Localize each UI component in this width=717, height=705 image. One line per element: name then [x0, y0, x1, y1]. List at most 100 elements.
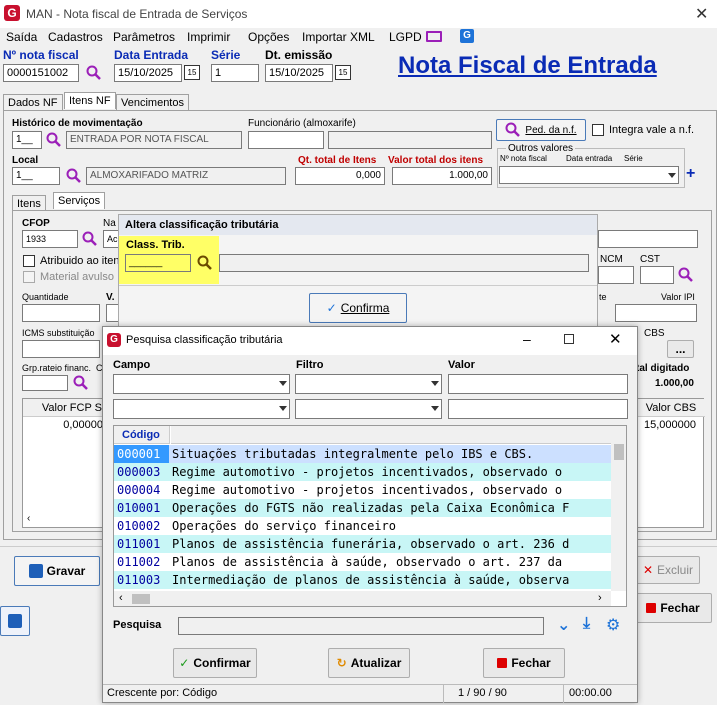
search-icon[interactable]: [66, 168, 82, 184]
funcionario-input[interactable]: [248, 131, 324, 149]
table-row[interactable]: 010002 Operações do serviço financeiro: [114, 517, 611, 535]
pesquisa-input[interactable]: [178, 617, 544, 635]
delete-icon: ✕: [642, 563, 654, 577]
table-row[interactable]: 011001 Planos de assistência funerária, o…: [114, 535, 611, 553]
valor-input-2[interactable]: [448, 399, 628, 419]
gravar-button[interactable]: Gravar: [14, 556, 100, 586]
nf-label: Nº nota fiscal: [3, 48, 79, 62]
save-icon-button[interactable]: [0, 606, 30, 636]
table-row[interactable]: 000003 Regime automotivo - projetos incen…: [114, 463, 611, 481]
menu-importar-xml[interactable]: Importar XML: [302, 30, 375, 44]
close-icon[interactable]: ✕: [695, 4, 708, 24]
table-row[interactable]: 011002 Planos de assistência à saúde, obs…: [114, 553, 611, 571]
status-divider: [563, 685, 564, 703]
confirmar-button[interactable]: ✓ Confirmar: [173, 648, 257, 678]
maximize-icon[interactable]: [564, 334, 574, 344]
status-divider: [443, 685, 444, 703]
tab-vencimentos[interactable]: Vencimentos: [116, 94, 189, 111]
search-icon[interactable]: [197, 255, 213, 271]
table-row[interactable]: 010001 Operações do FGTS não realizadas p…: [114, 499, 611, 517]
atribuido-label: Atribuido ao iten: [40, 255, 120, 267]
app-g-icon[interactable]: G: [460, 29, 474, 43]
funcionario-desc: [328, 131, 492, 149]
filtro-select-1[interactable]: [295, 374, 442, 394]
material-checkbox[interactable]: [23, 271, 35, 283]
class-trib-input[interactable]: ______: [125, 254, 191, 272]
menu-cadastros[interactable]: Cadastros: [48, 30, 103, 44]
tab-itens-nf[interactable]: Itens NF: [64, 92, 116, 109]
gear-icon[interactable]: ⚙: [606, 615, 620, 635]
refresh-icon: ↻: [336, 656, 347, 670]
quantidade-input[interactable]: [22, 304, 100, 322]
app-logo-icon: G: [107, 333, 121, 347]
close-icon[interactable]: ✕: [609, 330, 622, 348]
data-entrada-label: Data Entrada: [114, 48, 189, 62]
cbs-label: CBS: [644, 328, 665, 339]
campo-select-2[interactable]: [113, 399, 290, 419]
row-code: 000004: [117, 483, 161, 497]
tab-servicos[interactable]: Serviços: [53, 192, 106, 209]
search-icon[interactable]: [678, 267, 694, 283]
col-codigo-header[interactable]: Código: [114, 426, 170, 444]
lock-icon: [497, 658, 508, 668]
filtro-select-2[interactable]: [295, 399, 442, 419]
fechar-main-button[interactable]: Fechar: [634, 593, 712, 623]
table-row[interactable]: 000004 Regime automotivo - projetos incen…: [114, 481, 611, 499]
horizontal-scrollbar[interactable]: ‹ ›: [114, 591, 611, 606]
fechar-pesquisa-button[interactable]: Fechar: [483, 648, 565, 678]
add-icon[interactable]: +: [686, 165, 695, 183]
menu-lgpd[interactable]: LGPD: [389, 30, 422, 44]
historico-code-input[interactable]: 1__: [12, 131, 42, 149]
outros-valores-group: Outros valores Nº nota fiscal Data entra…: [497, 143, 685, 188]
data-entrada-input[interactable]: 15/10/2025: [114, 64, 182, 82]
table-row[interactable]: 000001 Situações tributadas integralmente…: [114, 445, 611, 463]
row-desc: Regime automotivo - projetos incentivado…: [172, 465, 563, 479]
grp-rateio-input[interactable]: [22, 375, 68, 391]
menu-parametros[interactable]: Parâmetros: [113, 30, 175, 44]
scroll-left-icon[interactable]: ‹: [119, 592, 123, 604]
tab-dados-nf[interactable]: Dados NF: [3, 94, 63, 111]
calendar-icon[interactable]: 15: [335, 65, 351, 80]
local-code-input[interactable]: 1__: [12, 167, 60, 185]
ped-nf-button[interactable]: Ped. da n.f.: [496, 119, 586, 141]
altera-dialog-title: Altera classificação tributária: [119, 215, 597, 235]
search-icon[interactable]: [73, 375, 89, 391]
atribuido-checkbox[interactable]: [23, 255, 35, 267]
scroll-left-icon[interactable]: ‹: [27, 513, 30, 524]
cfop-input[interactable]: 1933: [22, 230, 78, 248]
confirma-button[interactable]: ✓ Confirma: [309, 293, 407, 323]
table-row[interactable]: 011003 Intermediação de planos de assistê…: [114, 571, 611, 589]
excluir-button[interactable]: ✕ Excluir: [636, 556, 700, 584]
dt-emissao-input[interactable]: 15/10/2025: [265, 64, 333, 82]
chevron-double-down-icon[interactable]: ⌄: [557, 615, 570, 635]
chevron-down-end-icon[interactable]: ⤓: [583, 615, 590, 633]
atualizar-button[interactable]: ↻ Atualizar: [328, 648, 410, 678]
outros-valores-select[interactable]: [499, 166, 679, 184]
dots-button[interactable]: ...: [667, 340, 694, 358]
menu-imprimir[interactable]: Imprimir: [187, 30, 230, 44]
results-grid[interactable]: Código 000001 Situações tributadas integr…: [113, 425, 627, 607]
right-field-input[interactable]: [598, 230, 698, 248]
calendar-icon[interactable]: 15: [184, 65, 200, 80]
ncm-input[interactable]: [598, 266, 634, 284]
nf-input[interactable]: 0000151002: [3, 64, 79, 82]
search-icon[interactable]: [82, 231, 98, 247]
icms-input[interactable]: [22, 340, 100, 358]
valor-ipi-input[interactable]: [615, 304, 697, 322]
menu-opcoes[interactable]: Opções: [248, 30, 289, 44]
row-code: 010001: [117, 501, 161, 515]
scroll-thumb[interactable]: [132, 594, 150, 604]
monitor-icon[interactable]: [426, 31, 442, 42]
valor-input-1[interactable]: [448, 374, 628, 394]
search-icon[interactable]: [86, 65, 102, 81]
scroll-thumb[interactable]: [614, 444, 624, 460]
minimize-icon[interactable]: –: [523, 331, 531, 347]
scroll-right-icon[interactable]: ›: [598, 592, 602, 604]
cst-input[interactable]: [640, 266, 674, 284]
campo-select-1[interactable]: [113, 374, 290, 394]
menu-saida[interactable]: Saída: [6, 30, 37, 44]
vertical-scrollbar[interactable]: [611, 426, 626, 591]
search-icon[interactable]: [46, 132, 62, 148]
serie-input[interactable]: 1: [211, 64, 259, 82]
integra-checkbox[interactable]: [592, 124, 604, 136]
